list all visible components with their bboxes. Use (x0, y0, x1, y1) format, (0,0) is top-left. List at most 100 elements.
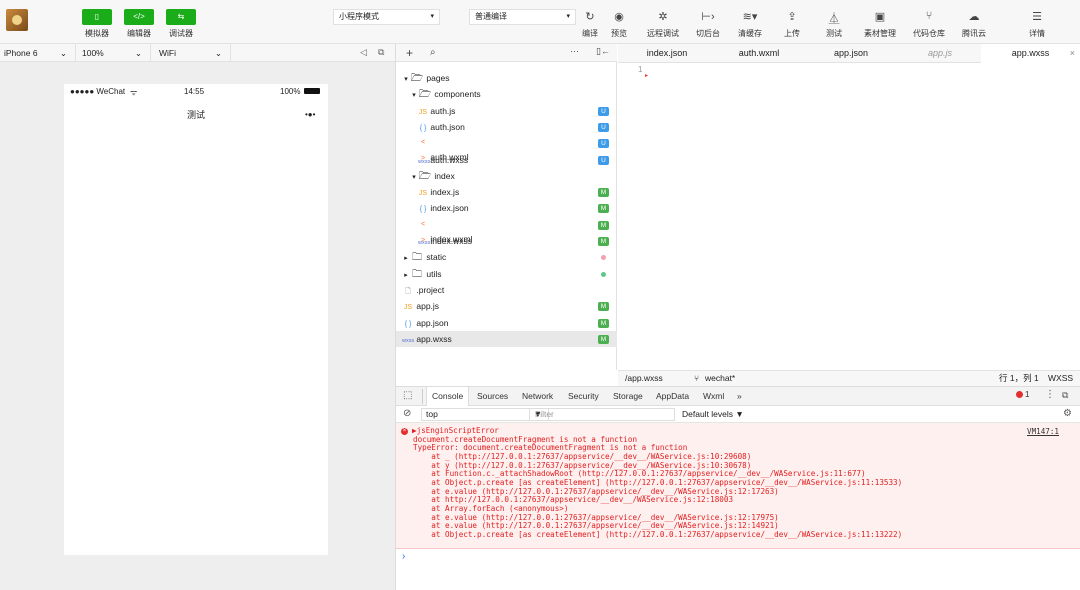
details-button[interactable]: 详情 (1017, 28, 1057, 39)
tab-label: auth.wxml (738, 48, 780, 58)
tree-item[interactable]: { } auth.json U (396, 119, 617, 135)
tree-item-label: index.json (430, 203, 469, 214)
flask-icon[interactable]: ⏅ (814, 10, 854, 26)
inspect-icon[interactable]: ⬚ (403, 390, 412, 401)
simulator-toggle-button[interactable]: ▯ (82, 9, 112, 25)
editor-status-bar: /app.wxss ⑂ wechat* 行 1，列 1 WXSS (618, 370, 1080, 386)
tree-item[interactable]: ▾ 🗁 components (396, 86, 617, 102)
repo-button[interactable]: 代码仓库 (909, 28, 949, 39)
debugger-toggle-button[interactable]: ⇆ (166, 9, 196, 25)
carrier-label: ●●●●● WeChat (70, 87, 126, 96)
menu-icon[interactable]: ☰ (1017, 10, 1057, 23)
preview-button[interactable]: 预览 (599, 28, 639, 39)
close-icon[interactable]: × (1070, 44, 1075, 63)
editor-tab[interactable]: app.js (905, 44, 975, 63)
collapse-icon[interactable]: ▯← (596, 46, 610, 57)
devtools-tab[interactable]: AppData (656, 387, 689, 406)
devtools-tab[interactable]: Console (426, 387, 470, 407)
tree-item[interactable]: ▸ 🗀 utils (396, 266, 617, 282)
editor-tab[interactable]: app.wxss × (981, 44, 1080, 63)
tree-item[interactable]: ▸ 🗀 static (396, 249, 617, 265)
volume-icon[interactable]: ◁ (360, 47, 367, 58)
devtools-tab[interactable]: Network (522, 387, 553, 406)
code-editor[interactable]: 1 ▸ (618, 63, 1080, 370)
clear-cache-button[interactable]: 清缓存 (730, 28, 770, 39)
console-prompt[interactable]: › (396, 549, 1080, 590)
device-select[interactable]: iPhone 6 ⌄ (0, 44, 76, 62)
eye-icon[interactable]: ◉ (599, 10, 639, 23)
more-icon[interactable]: ··· (570, 46, 579, 56)
git-status-badge: U (598, 155, 609, 165)
app-logo-icon[interactable] (6, 9, 28, 31)
log-levels-select[interactable]: Default levels ▼ (682, 409, 744, 419)
tree-item[interactable]: { } app.json M (396, 315, 617, 331)
tree-item[interactable]: wxss index.wxss M (396, 233, 617, 249)
tree-item[interactable]: wxss app.wxss M (396, 330, 617, 347)
add-icon[interactable]: + (406, 46, 413, 60)
more-tabs-icon[interactable]: » (737, 387, 742, 406)
search-icon[interactable]: ⌕ (430, 47, 436, 58)
tree-item[interactable]: { } index.json M (396, 200, 617, 216)
devtools-tab[interactable]: Wxml (703, 387, 724, 406)
error-icon (1016, 391, 1023, 398)
remote-debug-button[interactable]: 远程调试 (643, 28, 683, 39)
background-button[interactable]: 切后台 (688, 28, 728, 39)
tree-item[interactable]: JS app.js M (396, 298, 617, 314)
mode-select[interactable]: 小程序模式 ▾ (333, 9, 440, 25)
tencent-cloud-button[interactable]: 腾讯云 (954, 28, 994, 39)
tree-item[interactable]: ▾ 🗁 pages (396, 70, 617, 86)
upload-button[interactable]: 上传 (772, 28, 812, 39)
capsule-menu-icon[interactable]: •●• (305, 110, 315, 119)
devtools-tab[interactable]: Security (568, 387, 599, 406)
editor-toggle-button[interactable]: </> (124, 9, 154, 25)
tree-item[interactable]: 🗋 .project (396, 282, 617, 298)
filter-input[interactable]: Filter (529, 408, 675, 421)
upload-icon[interactable]: ⇪ (772, 10, 812, 23)
tree-item[interactable]: wxss auth.wxss U (396, 152, 617, 168)
bug-icon[interactable]: ✲ (643, 10, 683, 23)
popout-icon[interactable]: ⧉ (378, 47, 384, 58)
git-status-badge: M (598, 318, 609, 328)
devtools-tab[interactable]: Storage (613, 387, 643, 406)
editor-tab[interactable]: index.json (632, 44, 702, 63)
zoom-select[interactable]: 100% ⌄ (76, 44, 151, 62)
error-count[interactable]: 1 (1025, 390, 1029, 399)
tab-label: app.wxss (1011, 48, 1050, 58)
material-icon[interactable]: ▣ (860, 10, 900, 23)
git-status-badge: M (598, 188, 609, 198)
tree-item[interactable]: < > index.wxml M (396, 217, 617, 244)
status-position[interactable]: 行 1，列 1 (999, 371, 1039, 386)
source-link[interactable]: VM147:1 (1027, 427, 1059, 437)
devtools-tabbar: ⬚ Console Sources Network Security Storage Ap… (396, 386, 1080, 407)
switch-background-icon[interactable]: ⊢› (688, 10, 728, 23)
material-button[interactable]: 素材管理 (860, 28, 900, 39)
tree-item[interactable]: JS index.js M (396, 184, 617, 200)
clear-console-icon[interactable]: ⊘ (403, 408, 411, 419)
tree-item[interactable]: JS auth.js U (396, 103, 617, 119)
network-select[interactable]: WiFi ⌄ (151, 44, 231, 62)
tree-item[interactable]: < > auth.wxml U (396, 135, 617, 162)
editor-tab[interactable]: app.json (816, 44, 886, 63)
git-status-badge: M (598, 302, 609, 312)
devtools-tab[interactable]: Sources (477, 387, 508, 406)
branch-icon[interactable]: ⑂ (909, 10, 949, 22)
console-output: × VM147:1 ▶jsEnginScriptError document.cr… (396, 423, 1080, 549)
status-language[interactable]: WXSS (1048, 371, 1073, 386)
settings-gear-icon[interactable]: ⚙ (1063, 408, 1072, 419)
status-path[interactable]: /app.wxss (625, 371, 663, 386)
cloud-icon[interactable]: ☁ (954, 10, 994, 23)
kebab-menu-icon[interactable]: ⋮ (1045, 389, 1055, 400)
tree-item-label: index.js (430, 187, 460, 198)
dock-icon[interactable]: ⧉ (1062, 390, 1068, 401)
phone-time: 14:55 (184, 87, 205, 96)
folder-icon: 🗀 (412, 268, 422, 280)
layers-icon[interactable]: ≋▾ (730, 10, 770, 23)
editor-tab[interactable]: auth.wxml (724, 44, 794, 63)
status-branch[interactable]: wechat* (705, 371, 735, 386)
test-button[interactable]: 测试 (814, 28, 854, 39)
context-value: top (426, 409, 438, 419)
folder-open-icon: 🗁 (418, 170, 432, 182)
compile-select[interactable]: 普通编译 ▾ (469, 9, 576, 25)
tree-item[interactable]: ▾ 🗁 index (396, 168, 617, 184)
phone-screen[interactable]: ●●●●● WeChat ᯤ 14:55 100% 测试 •●• (64, 84, 328, 555)
